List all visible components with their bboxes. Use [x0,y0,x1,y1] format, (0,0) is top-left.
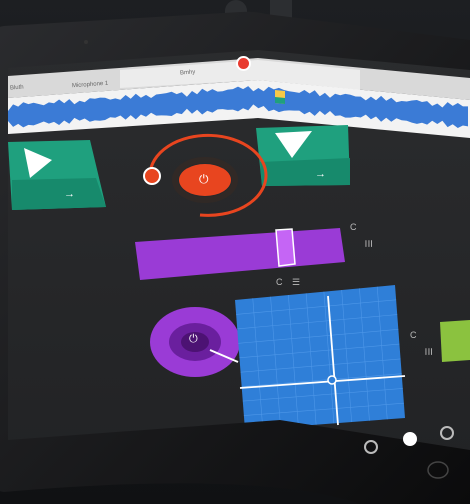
camera-icon [84,40,88,44]
arrow-right-label: → [315,168,326,180]
reset-icon[interactable]: C [410,330,417,340]
power-icon[interactable]: ⏻ [199,172,209,187]
scene: Bluth Microphone 1 Bmhy → → ⏻ ⏻ C ☰ C ☰ … [0,0,470,504]
menu-icon[interactable]: ☰ [363,239,374,247]
page-dot[interactable] [440,426,454,440]
screen [8,50,470,450]
reset-icon[interactable]: C [276,277,283,287]
power-icon[interactable]: ⏻ [189,333,198,346]
menu-icon[interactable]: ☰ [423,347,434,355]
xy-pad[interactable] [235,285,406,430]
play-right-button[interactable] [256,125,350,186]
reset-icon[interactable]: C [350,222,357,232]
record-icon[interactable] [236,56,251,71]
menu-icon[interactable]: ☰ [292,277,300,288]
tablet-device [0,11,470,504]
side-panel [440,320,470,362]
arrow-left-label: → [64,188,75,200]
page-dot[interactable] [364,440,378,454]
tab-label[interactable]: Bluth [10,85,24,92]
play-left-button[interactable] [8,140,106,210]
page-dot-active[interactable] [403,432,417,446]
tab-label[interactable]: Bmhy [180,69,196,76]
